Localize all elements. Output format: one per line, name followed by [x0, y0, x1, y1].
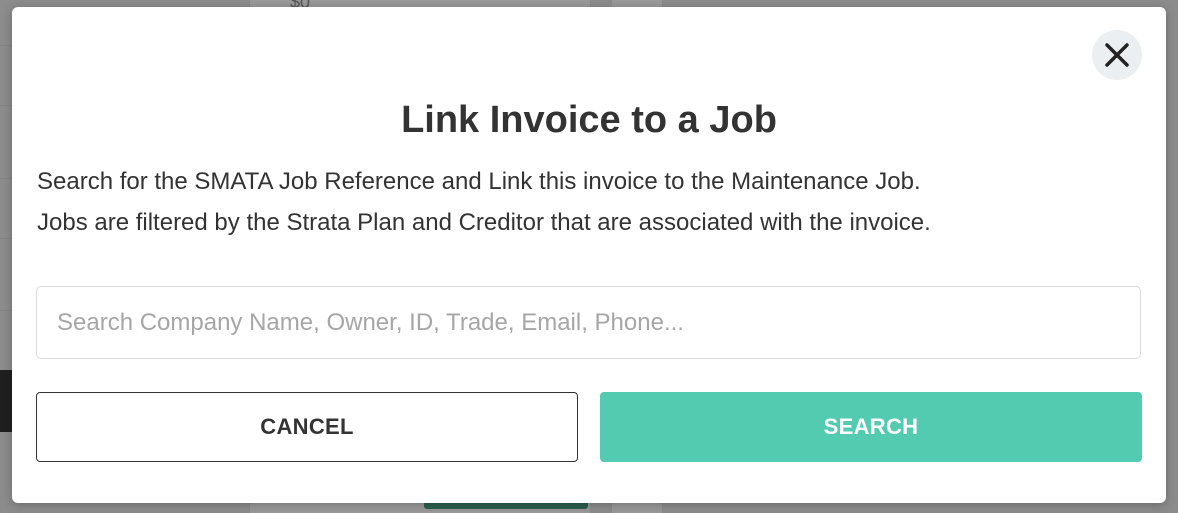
close-icon: [1105, 43, 1129, 67]
cancel-button[interactable]: CANCEL: [36, 392, 578, 462]
modal-description-line-2: Jobs are filtered by the Strata Plan and…: [37, 209, 931, 236]
search-button[interactable]: SEARCH: [600, 392, 1142, 462]
job-search-input[interactable]: [36, 286, 1141, 359]
close-button[interactable]: [1092, 30, 1142, 80]
modal-title: Link Invoice to a Job: [401, 99, 777, 141]
link-invoice-modal: Link Invoice to a Job Search for the SMA…: [12, 7, 1166, 503]
modal-description-line-1: Search for the SMATA Job Reference and L…: [37, 168, 921, 195]
